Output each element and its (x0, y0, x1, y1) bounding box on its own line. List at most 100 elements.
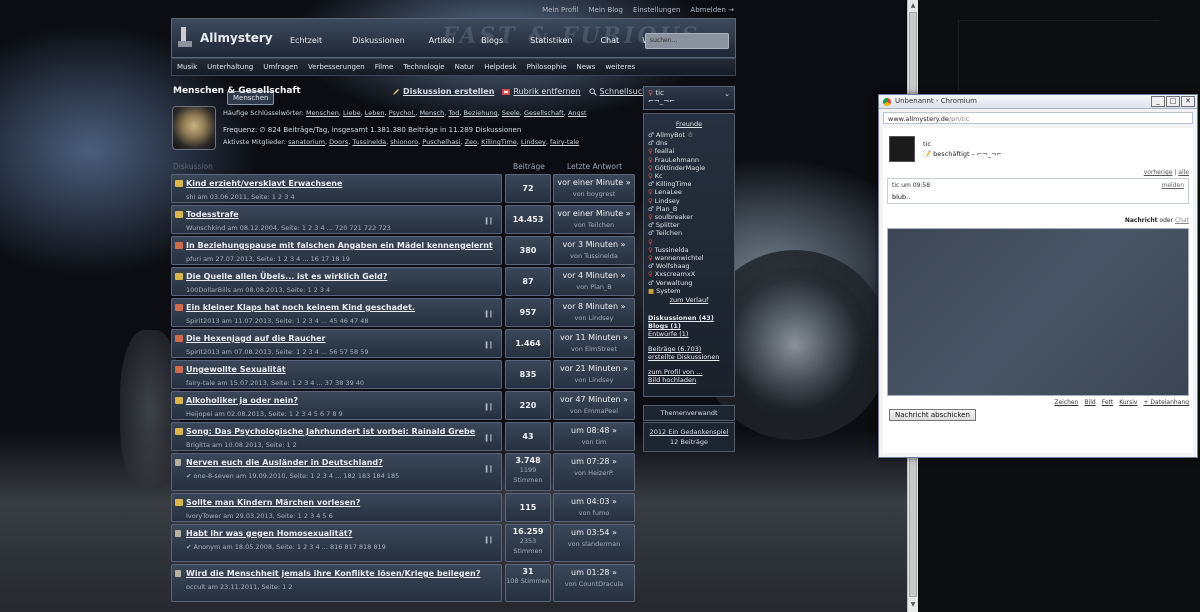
tab-message[interactable]: Nachricht (1125, 217, 1158, 224)
friend-item[interactable]: ♂ Wolfshaag (648, 262, 730, 270)
topic-title-link[interactable]: Ein kleiner Klaps hat noch keinem Kind g… (186, 303, 415, 312)
sidebar-link[interactable]: Diskussionen (43) (648, 314, 730, 322)
sidebar-link[interactable]: Entwürfe (1) (648, 330, 730, 338)
friend-item[interactable]: ♀ Kc (648, 172, 730, 180)
topic-title-link[interactable]: Die Quelle allen Übels... ist es wirklic… (186, 272, 387, 281)
friend-item[interactable]: ♀ Lindsey (648, 197, 730, 205)
top-link[interactable]: Mein Blog (589, 6, 623, 14)
main-nav-item[interactable]: Blogs (481, 36, 503, 45)
maximize-icon[interactable]: □ (1166, 96, 1180, 107)
main-nav-item[interactable]: Chat (601, 36, 620, 45)
scroll-down-icon[interactable]: ▼ (909, 600, 917, 610)
friend-item[interactable]: ♀ XxscreamxX (648, 270, 730, 278)
friend-item[interactable]: ♂ AllmyBot ☃ (648, 131, 730, 139)
friends-header[interactable]: Freunde (648, 120, 730, 128)
last-reply-cell[interactable]: vor 11 Minuten » von ElmStreet (553, 329, 635, 358)
close-icon[interactable]: ✕ (1181, 96, 1195, 107)
topic-title-link[interactable]: Nerven euch die Ausländer in Deutschland… (186, 458, 383, 467)
main-nav-item[interactable]: Statistiken (530, 36, 572, 45)
friend-name[interactable]: AllmyBot ☃ (656, 131, 693, 139)
last-reply-cell[interactable]: vor einer Minute » von Teilchen (553, 205, 635, 234)
last-reply-cell[interactable]: vor 4 Minuten » von Plan_B (553, 267, 635, 296)
friend-name[interactable]: XxscreamxX (655, 270, 695, 278)
last-reply-time[interactable]: vor 47 Minuten » (554, 395, 634, 404)
report-link[interactable]: melden (1161, 182, 1184, 189)
create-discussion-button[interactable]: Diskussion erstellen (392, 87, 494, 96)
main-nav-item[interactable]: Echtzeit (290, 36, 322, 45)
last-reply-user[interactable]: von HeizerP. (554, 469, 634, 477)
member-link[interactable]: sanatorium (288, 138, 325, 146)
pm-username[interactable]: tic (923, 140, 931, 148)
friend-item[interactable]: ♀ feallai (648, 147, 730, 155)
last-reply-user[interactable]: von Teilchen (554, 221, 634, 229)
topic-cell[interactable]: Nerven euch die Ausländer in Deutschland… (171, 453, 502, 491)
member-link[interactable]: shionoro (390, 138, 418, 146)
last-reply-user[interactable]: von Tussinelda (554, 252, 634, 260)
all-link[interactable]: alle (1178, 169, 1189, 176)
format-tool[interactable]: Kursiv (1119, 399, 1137, 406)
member-link[interactable]: Puschelhasi (422, 138, 460, 146)
friend-item[interactable]: ♀ Tussinelda (648, 246, 730, 254)
tab-chat[interactable]: Chat (1175, 217, 1189, 224)
keyword-link[interactable]: Beziehung (464, 109, 498, 117)
friend-name[interactable]: LenaLee (655, 188, 682, 196)
member-link[interactable]: Tussinelda (352, 138, 386, 146)
keyword-link[interactable]: Gesellschaft (524, 109, 564, 117)
last-reply-cell[interactable]: um 04:03 » von fumo (553, 493, 635, 522)
topic-cell[interactable]: Sollte man Kindern Märchen vorlesen? Ivor… (171, 493, 502, 522)
last-reply-user[interactable]: von Plan_B (554, 283, 634, 291)
site-brand[interactable]: Allmystery (200, 31, 273, 45)
allmystery-logo-icon[interactable] (178, 27, 192, 49)
friend-item[interactable]: ♀ FrauLehmann (648, 156, 730, 164)
topic-cell[interactable]: Die Hexenjagd auf die Raucher Spirit2013 … (171, 329, 502, 358)
last-reply-cell[interactable]: vor 47 Minuten » von EmmaPeel (553, 391, 635, 420)
last-reply-user[interactable]: von EmmaPeel (554, 407, 634, 415)
sidebar-link[interactable]: Beiträge (6.703) (648, 345, 730, 353)
keyword-link[interactable]: Liebe (343, 109, 361, 117)
friend-name[interactable]: dns (656, 139, 668, 147)
topic-title-link[interactable]: Wird die Menschheit jemals ihre Konflikt… (186, 569, 480, 578)
topic-title-link[interactable]: Sollte man Kindern Märchen vorlesen? (186, 498, 360, 507)
keyword-link[interactable]: Tod (448, 109, 459, 117)
top-link[interactable]: Einstellungen (633, 6, 680, 14)
last-reply-time[interactable]: vor einer Minute » (554, 178, 634, 187)
user-status-select[interactable]: ♀ tic ⌐¬_¬⌐ ⌄ (643, 86, 735, 110)
member-link[interactable]: fairy-tale (550, 138, 579, 146)
remove-category-button[interactable]: Rubrik entfernen (502, 87, 581, 96)
member-link[interactable]: KillingTime (481, 138, 517, 146)
last-reply-time[interactable]: vor 4 Minuten » (554, 271, 634, 280)
friend-item[interactable]: ♂ Teilchen (648, 229, 730, 237)
topic-title-link[interactable]: Kind erzieht/versklavt Erwachsene (186, 179, 342, 188)
main-nav-item[interactable]: Artikel (429, 36, 455, 45)
last-reply-cell[interactable]: vor einer Minute » von boygrest (553, 174, 635, 203)
friend-name[interactable]: Wolfshaag (656, 262, 690, 270)
topic-title-link[interactable]: Habt ihr was gegen Homosexualität? (186, 529, 352, 538)
friend-item[interactable]: ♀ GöttinderMagie (648, 164, 730, 172)
tab-unterhaltung[interactable]: Unterhaltung (202, 61, 258, 73)
friend-name[interactable]: FrauLehmann (655, 156, 699, 164)
tab-natur[interactable]: Natur (450, 61, 480, 73)
friend-item[interactable]: ♂ Splitter (648, 221, 730, 229)
friend-item[interactable]: ♀ (648, 238, 730, 246)
friend-name[interactable]: System (656, 287, 680, 295)
topic-title-link[interactable]: In Beziehungspause mit falschen Angaben … (186, 241, 493, 250)
last-reply-user[interactable]: von tim (554, 438, 634, 446)
last-reply-cell[interactable]: um 03:54 » von slanderman (553, 524, 635, 562)
topic-cell[interactable]: Ungewollte Sexualität fairy-tale am 15.07… (171, 360, 502, 389)
tab-philosophie[interactable]: Philosophie (522, 61, 572, 73)
address-bar[interactable]: www.allmystery.de/pn/tic (883, 112, 1193, 124)
sidebar-link[interactable]: erstellte Diskussionen (648, 353, 730, 361)
topic-title-link[interactable]: Die Hexenjagd auf die Raucher (186, 334, 325, 343)
keyword-link[interactable]: Mensch (419, 109, 444, 117)
last-reply-user[interactable]: von ElmStreet (554, 345, 634, 353)
friend-name[interactable]: Plan_B (656, 205, 678, 213)
last-reply-user[interactable]: von Lindsey (554, 314, 634, 322)
tab-verbesserungen[interactable]: Verbesserungen (303, 61, 370, 73)
keyword-link[interactable]: Angst (568, 109, 587, 117)
top-link[interactable]: Mein Profil (542, 6, 578, 14)
member-link[interactable]: Zeo (465, 138, 477, 146)
friend-name[interactable]: Tussinelda (655, 246, 689, 254)
last-reply-user[interactable]: von boygrest (554, 190, 634, 198)
topic-cell[interactable]: Alkoholiker ja oder nein? Heijopei am 02.… (171, 391, 502, 420)
main-nav-item[interactable]: Diskussionen (352, 36, 405, 45)
